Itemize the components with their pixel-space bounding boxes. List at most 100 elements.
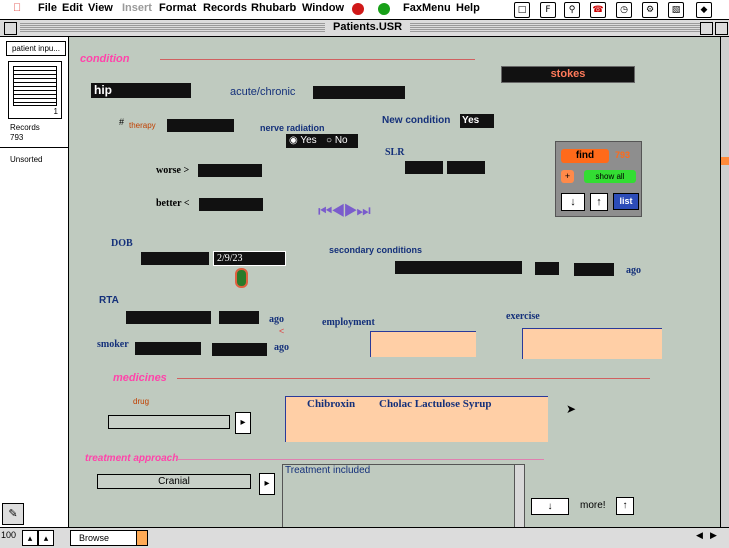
radio-yes[interactable]: ◉ Yes bbox=[289, 135, 317, 146]
book-icon[interactable]: 1 bbox=[8, 61, 62, 119]
smoker-field[interactable] bbox=[135, 342, 201, 355]
script-icon[interactable] bbox=[352, 3, 364, 15]
condition-field[interactable]: hip bbox=[91, 83, 191, 98]
therapy-label: therapy bbox=[129, 121, 156, 130]
mode-arrow-icon[interactable] bbox=[136, 530, 148, 546]
employment-label: employment bbox=[322, 317, 375, 328]
up-arrow-icon[interactable]: ↑ bbox=[590, 193, 608, 211]
more-up-icon[interactable]: ↑ bbox=[616, 497, 634, 515]
secondary-unit-field[interactable] bbox=[574, 263, 614, 276]
lock-icon[interactable]: ⚲ bbox=[564, 2, 580, 18]
stokes-field[interactable]: stokes bbox=[501, 66, 635, 83]
apple-menu-icon[interactable]:  bbox=[13, 2, 21, 14]
medicines-list[interactable]: Chibroxin Cholac Lactulose Syrup bbox=[285, 396, 548, 442]
alarm-clock-icon[interactable]: ◷ bbox=[616, 2, 632, 18]
worse-field[interactable] bbox=[198, 164, 262, 177]
menu-faxmenu[interactable]: FaxMenu bbox=[403, 2, 451, 14]
drug-label: drug bbox=[133, 397, 150, 406]
application-switch-icon[interactable]: ◆ bbox=[696, 2, 712, 18]
approach-popup-field[interactable]: Cranial bbox=[97, 474, 251, 489]
scroll-right-icon[interactable]: ▶ bbox=[710, 530, 717, 541]
plus-button[interactable]: + bbox=[561, 170, 574, 183]
therapy-hash: # bbox=[119, 117, 125, 127]
new-condition-field[interactable]: Yes bbox=[460, 114, 494, 128]
menu-help[interactable]: Help bbox=[456, 2, 480, 14]
zoom-box-icon[interactable] bbox=[700, 22, 713, 35]
dob-field-left[interactable] bbox=[141, 252, 209, 265]
scroll-left-icon[interactable]: ◀ bbox=[696, 530, 703, 541]
mode-popup[interactable]: Browse bbox=[70, 530, 146, 546]
vertical-scrollbar[interactable] bbox=[720, 37, 729, 527]
menu-edit[interactable]: Edit bbox=[62, 2, 83, 14]
collapse-box-icon[interactable] bbox=[715, 22, 728, 35]
book-pages bbox=[13, 66, 57, 106]
gear-icon[interactable]: ⚙ bbox=[642, 2, 658, 18]
drug-popup-field[interactable] bbox=[108, 415, 230, 429]
window-switch-icon[interactable]: □ bbox=[514, 2, 530, 18]
secondary-ago-label: ago bbox=[626, 265, 641, 276]
find-button[interactable]: find bbox=[561, 149, 609, 163]
smoker-years-field[interactable] bbox=[212, 343, 267, 356]
new-condition-label: New condition bbox=[382, 115, 451, 126]
more-label: more! bbox=[580, 500, 606, 511]
last-record-icon[interactable]: ⏭ bbox=[356, 203, 371, 220]
treatment-text: Treatment included bbox=[285, 465, 371, 476]
less-than-mark: < bbox=[279, 326, 285, 336]
show-all-button[interactable]: show all bbox=[584, 170, 636, 183]
therapy-field[interactable] bbox=[167, 119, 234, 132]
drug-popup-arrow-icon[interactable]: ▸ bbox=[235, 412, 251, 434]
close-box-icon[interactable] bbox=[4, 22, 17, 35]
records-label: Records bbox=[10, 123, 40, 132]
record-navigator: ⏮ ◀ ▶ ⏭ bbox=[318, 203, 371, 221]
sort-status: Unsorted bbox=[10, 155, 43, 164]
worse-label: worse > bbox=[156, 165, 190, 176]
finder-icon[interactable]: F bbox=[540, 2, 556, 18]
medicines-header: medicines bbox=[113, 372, 167, 384]
treatment-scrollbar[interactable] bbox=[514, 465, 524, 527]
telephone-icon[interactable]: ☎ bbox=[590, 2, 606, 18]
radio-no[interactable]: ○ No bbox=[326, 135, 348, 146]
records-count: 793 bbox=[10, 133, 24, 142]
employment-field[interactable] bbox=[370, 331, 476, 357]
secondary-conditions-label: secondary conditions bbox=[329, 245, 423, 255]
menu-file[interactable]: File bbox=[38, 2, 57, 14]
more-down-icon[interactable]: ↓ bbox=[531, 498, 569, 515]
list-button[interactable]: list bbox=[613, 193, 639, 210]
down-arrow-icon[interactable]: ↓ bbox=[561, 193, 585, 211]
alien-icon[interactable] bbox=[378, 3, 390, 15]
scroll-thumb[interactable] bbox=[721, 157, 729, 165]
treatment-text-area[interactable]: Treatment included bbox=[282, 464, 525, 527]
menu-records[interactable]: Records bbox=[203, 2, 247, 14]
nerve-radiation-label: nerve radiation bbox=[260, 123, 325, 133]
better-field[interactable] bbox=[199, 198, 263, 211]
status-toggle-icon[interactable]: ✎ bbox=[2, 503, 24, 525]
secondary-condition-field[interactable] bbox=[395, 261, 522, 274]
dob-field[interactable]: 2/9/23 bbox=[213, 251, 286, 266]
radio-yes-label: Yes bbox=[300, 135, 317, 146]
record-layout: condition stokes hip acute/chronic # the… bbox=[70, 37, 720, 527]
secondary-years-field[interactable] bbox=[535, 262, 559, 275]
book-icon[interactable]: ▧ bbox=[668, 2, 684, 18]
menu-format[interactable]: Format bbox=[159, 2, 196, 14]
previous-record-icon[interactable]: ◀ bbox=[331, 203, 345, 220]
acute-chronic-field[interactable] bbox=[313, 86, 405, 99]
zoom-out-icon[interactable]: ▴ bbox=[22, 530, 38, 546]
approach-popup-arrow-icon[interactable]: ▸ bbox=[259, 473, 275, 495]
rta-field[interactable] bbox=[126, 311, 211, 324]
radio-no-label: No bbox=[334, 135, 348, 146]
slr-left-field[interactable] bbox=[405, 161, 443, 174]
window-title-bar[interactable]: Patients.USR bbox=[0, 20, 729, 37]
exercise-field[interactable] bbox=[522, 328, 662, 359]
slr-right-field[interactable] bbox=[447, 161, 485, 174]
layout-popup[interactable]: patient inpu... bbox=[6, 41, 66, 56]
next-record-icon[interactable]: ▶ bbox=[344, 203, 358, 220]
menu-insert[interactable]: Insert bbox=[122, 2, 152, 14]
first-record-icon[interactable]: ⏮ bbox=[318, 203, 333, 220]
exercise-label: exercise bbox=[506, 311, 540, 322]
slr-label: SLR bbox=[385, 147, 405, 158]
rta-years-field[interactable] bbox=[219, 311, 259, 324]
zoom-in-icon[interactable]: ▴ bbox=[38, 530, 54, 546]
menu-window[interactable]: Window bbox=[302, 2, 344, 14]
menu-rhubarb[interactable]: Rhubarb bbox=[251, 2, 296, 14]
menu-view[interactable]: View bbox=[88, 2, 113, 14]
